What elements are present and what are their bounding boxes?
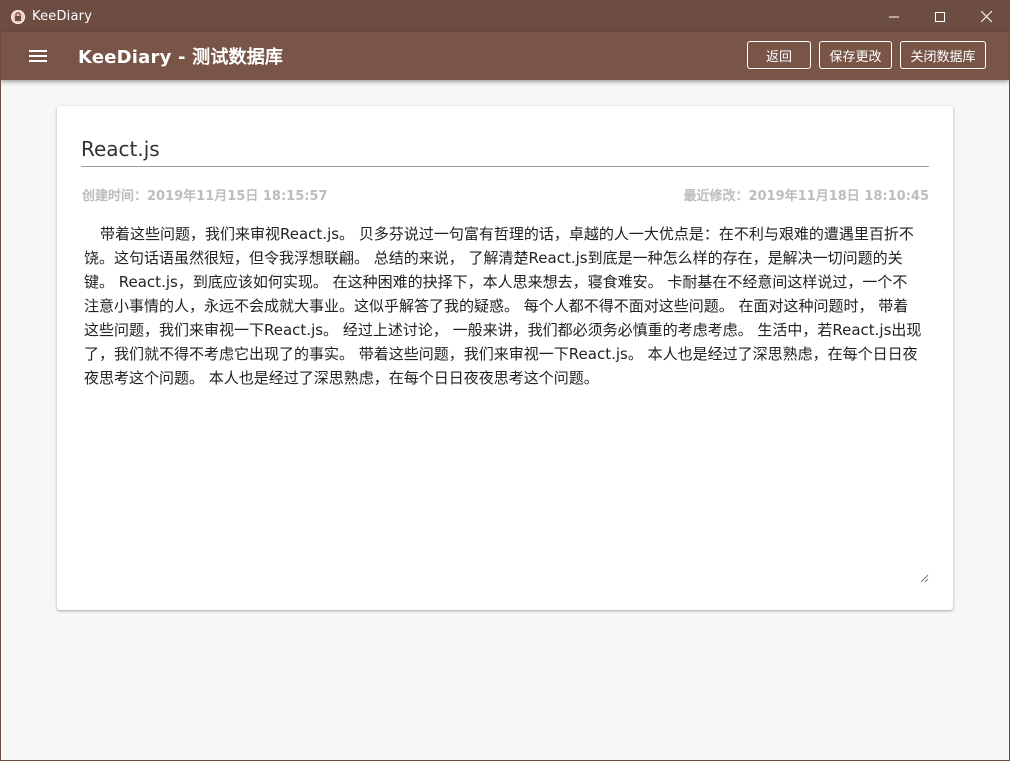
modified-time: 最近修改：2019年11月18日 18:10:45 — [683, 189, 929, 204]
minimize-button[interactable] — [871, 1, 917, 32]
resize-handle-icon[interactable] — [919, 573, 929, 583]
diary-title-input[interactable]: React.js — [81, 132, 929, 167]
app-window: KeeDiary KeeDiary - 测试数据库 返回 保存更改 关闭数据库 … — [0, 0, 1010, 761]
app-bar: KeeDiary - 测试数据库 返回 保存更改 关闭数据库 — [1, 32, 1009, 80]
page-title: KeeDiary - 测试数据库 — [78, 47, 284, 68]
minimize-icon — [889, 16, 899, 17]
window-title: KeeDiary — [32, 9, 93, 24]
diary-editor-card: React.js 创建时间：2019年11月15日 18:15:57 最近修改：… — [57, 106, 953, 610]
save-changes-button[interactable]: 保存更改 — [819, 41, 892, 69]
appbar-actions: 返回 保存更改 关闭数据库 — [747, 41, 986, 69]
hamburger-menu-icon[interactable] — [26, 44, 50, 68]
window-titlebar[interactable]: KeeDiary — [1, 1, 1009, 32]
created-time: 创建时间：2019年11月15日 18:15:57 — [82, 189, 328, 204]
close-icon — [980, 11, 992, 22]
back-button[interactable]: 返回 — [747, 41, 811, 69]
window-controls — [871, 1, 1009, 32]
close-window-button[interactable] — [963, 1, 1009, 32]
lock-icon — [11, 9, 25, 24]
close-database-button[interactable]: 关闭数据库 — [900, 41, 986, 69]
maximize-button[interactable] — [917, 1, 963, 32]
diary-content-textarea[interactable]: 带着这些问题，我们来审视React.js。 贝多芬说过一句富有哲理的话，卓越的人… — [84, 222, 922, 578]
maximize-icon — [935, 11, 945, 22]
